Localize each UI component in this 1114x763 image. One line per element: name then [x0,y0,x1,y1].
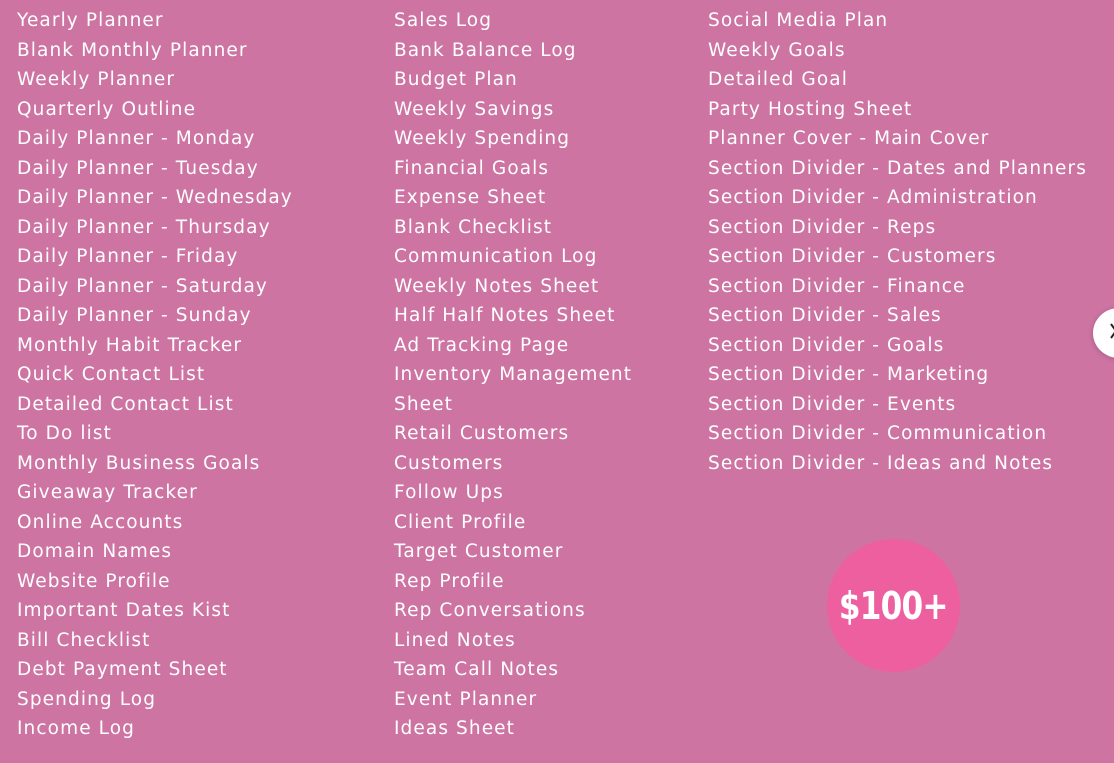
contents-item: Rep Profile [394,570,505,592]
contents-item: Bank Balance Log [394,39,577,61]
contents-item: Monthly Habit Tracker [17,334,243,356]
contents-item: Budget Plan [394,69,518,90]
contents-item: Weekly Planner [17,69,176,90]
contents-item: Section Divider - Dates and Planners [708,157,1087,179]
contents-item: Section Divider - Reps [708,216,937,238]
price-badge: $100+ [827,539,960,672]
contents-item: Website Profile [17,570,171,592]
contents-column-middle: Sales Log Bank Balance Log Budget Plan Week… [394,6,694,744]
contents-item: Blank Monthly Planner [17,39,248,61]
contents-item: Section Divider - Sales [708,305,942,326]
contents-item: Important Dates Kist [17,600,231,621]
contents-item: Section Divider - Ideas and Notes [708,452,1054,474]
contents-column-right: Social Media Plan Weekly Goals Detailed Go… [708,6,1108,478]
contents-item: Giveaway Tracker [17,482,198,503]
contents-item: Section Divider - Customers [708,246,997,267]
contents-item: Communication Log [394,246,598,267]
contents-item: Section Divider - Communication [708,423,1048,444]
contents-item: Weekly Savings [394,98,555,120]
contents-item: Retail Customers [394,423,570,444]
contents-item: Daily Planner - Saturday [17,275,268,297]
contents-item: Section Divider - Goals [708,334,945,356]
contents-item: Rep Conversations [394,600,586,621]
contents-item: Daily Planner - Tuesday [17,157,259,179]
contents-item: Social Media Plan [708,10,889,31]
contents-item: Section Divider - Administration [708,187,1038,208]
contents-item: Team Call Notes [394,659,560,680]
contents-item: Inventory Management [394,364,633,385]
contents-item: Section Divider - Finance [708,275,966,297]
contents-item: Domain Names [17,541,173,562]
contents-item: Detailed Goal [708,69,848,90]
contents-item: Weekly Goals [708,39,846,61]
contents-item: Blank Checklist [394,216,553,238]
contents-item: Sheet [394,393,453,415]
contents-item: Ad Tracking Page [394,334,570,356]
contents-item: Daily Planner - Sunday [17,305,252,326]
contents-item: Ideas Sheet [394,718,516,739]
contents-item: Follow Ups [394,482,504,503]
contents-item: Section Divider - Events [708,393,957,415]
contents-item: Daily Planner - Friday [17,246,239,267]
chevron-right-icon [1110,323,1114,339]
contents-item: Quick Contact List [17,364,206,385]
contents-item: Quarterly Outline [17,98,197,120]
contents-item: Daily Planner - Wednesday [17,187,293,208]
contents-item: Daily Planner - Monday [17,128,256,149]
contents-item: Online Accounts [17,511,184,533]
contents-item: Customers [394,452,504,474]
contents-item: Yearly Planner [17,10,164,31]
contents-item: Weekly Notes Sheet [394,275,600,297]
contents-item: Party Hosting Sheet [708,98,913,120]
contents-column-left: Yearly Planner Blank Monthly Planner Weekl… [17,6,377,744]
contents-item: Daily Planner - Thursday [17,216,271,238]
contents-item: Event Planner [394,688,538,710]
contents-item: Financial Goals [394,157,550,179]
contents-item: Expense Sheet [394,187,547,208]
contents-item: To Do list [17,423,112,444]
contents-item: Section Divider - Marketing [708,364,990,385]
contents-item: Target Customer [394,541,564,562]
contents-item: Weekly Spending [394,128,571,149]
contents-item: Debt Payment Sheet [17,659,228,680]
contents-item: Monthly Business Goals [17,452,261,474]
contents-item: Bill Checklist [17,629,151,651]
price-label: $100+ [839,583,949,628]
contents-item: Planner Cover - Main Cover [708,128,990,149]
planner-contents-slide: Yearly Planner Blank Monthly Planner Weekl… [0,0,1114,763]
contents-item: Spending Log [17,688,157,710]
contents-item: Income Log [17,718,135,739]
contents-item: Sales Log [394,10,493,31]
contents-item: Lined Notes [394,629,516,651]
contents-item: Half Half Notes Sheet [394,305,616,326]
contents-item: Client Profile [394,511,527,533]
contents-item: Detailed Contact List [17,393,234,415]
